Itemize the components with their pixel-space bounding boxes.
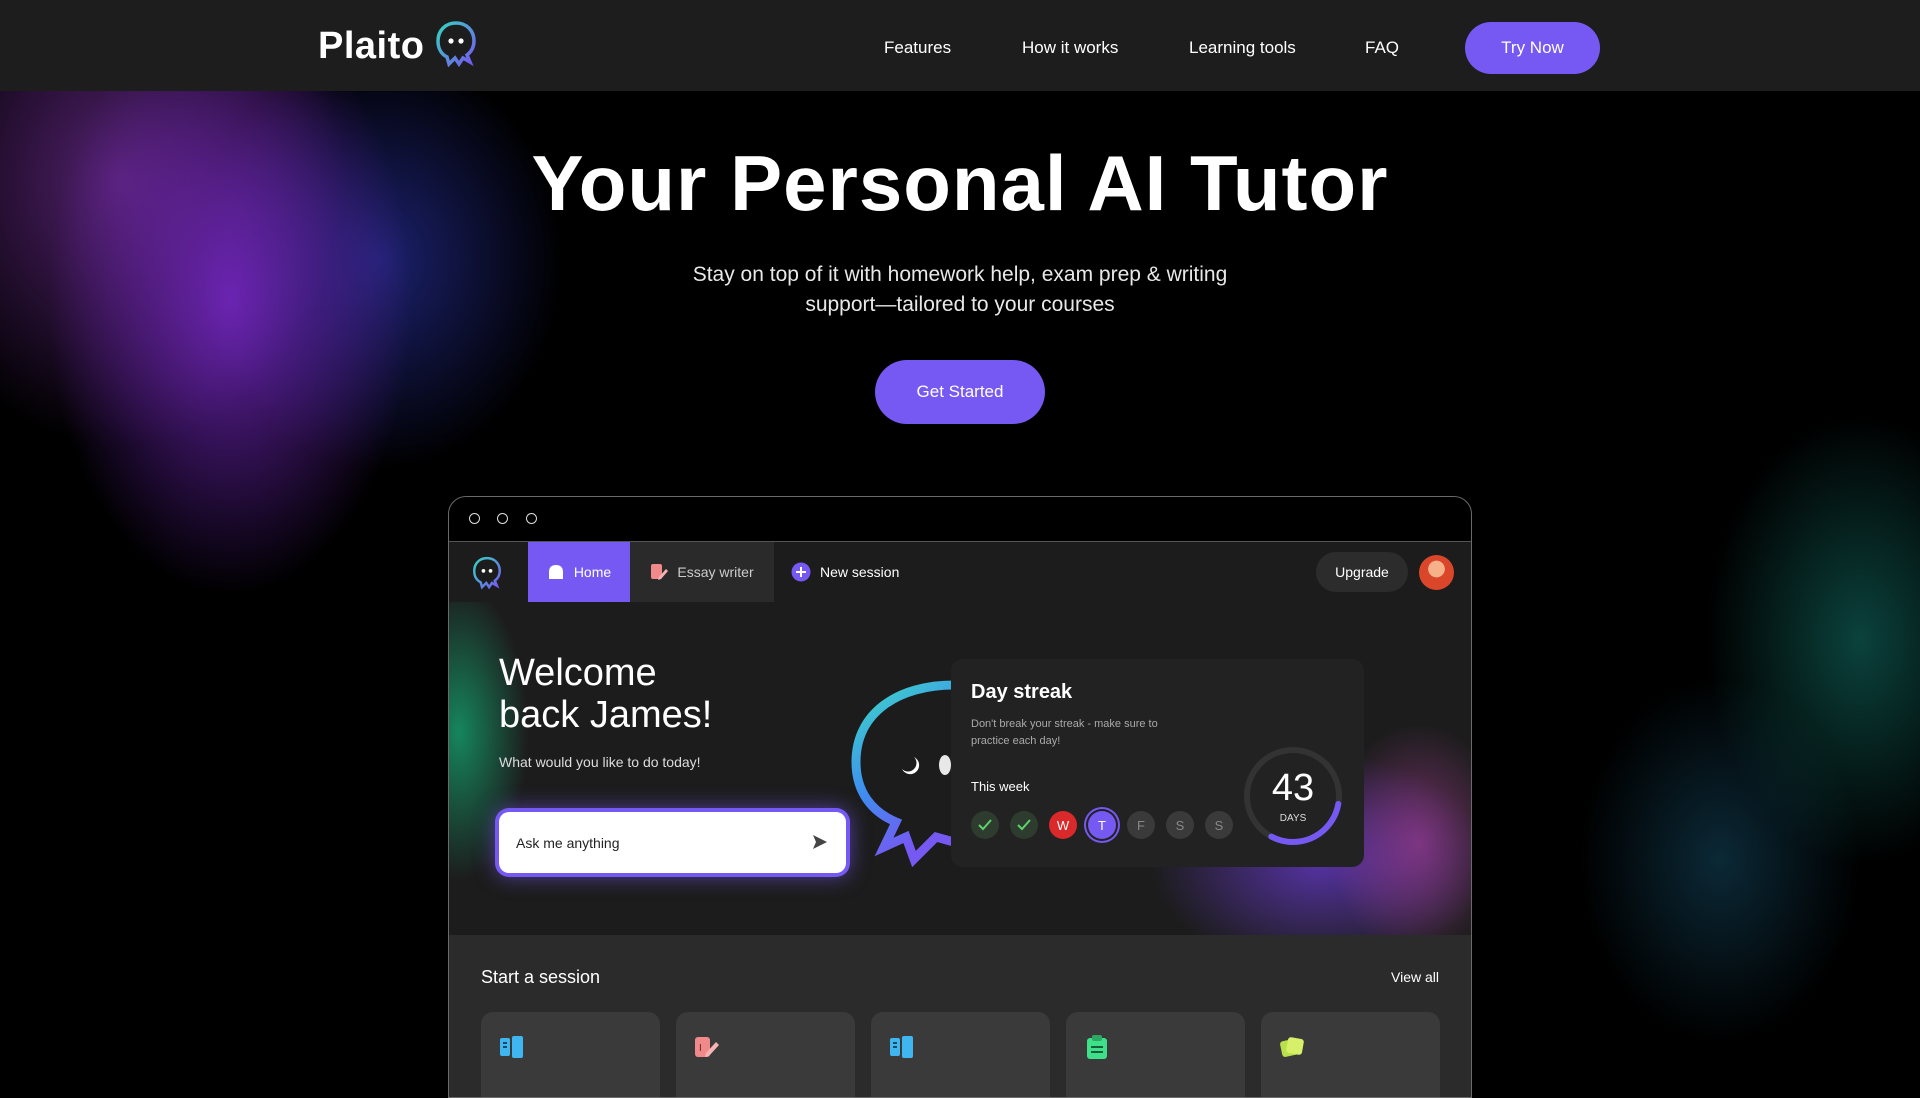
nav-learning-tools-link[interactable]: Learning tools xyxy=(1189,38,1296,58)
session-card[interactable] xyxy=(1261,1012,1440,1097)
session-card[interactable] xyxy=(481,1012,660,1097)
streak-title: Day streak xyxy=(971,681,1073,703)
day-upcoming: F xyxy=(1127,811,1155,839)
window-titlebar xyxy=(449,497,1471,542)
start-session-title: Start a session xyxy=(481,967,601,987)
window-control-dot xyxy=(526,513,537,524)
day-today: T xyxy=(1088,811,1116,839)
hero-title: Your Personal AI Tutor xyxy=(531,139,1389,227)
brand-logo[interactable]: Plaito xyxy=(318,20,478,73)
day-upcoming: S xyxy=(1166,811,1194,839)
app-toolbar: Home Essay writer New session Upgrade xyxy=(449,542,1471,602)
app-mascot-icon[interactable] xyxy=(471,556,503,595)
streak-unit: DAYS xyxy=(1279,813,1307,824)
new-session-button[interactable]: New session xyxy=(791,542,899,602)
book-icon xyxy=(499,1034,525,1065)
welcome-heading-line-2: back James! xyxy=(499,694,713,736)
essay-icon: I xyxy=(694,1034,720,1065)
ask-anything-input[interactable]: Ask me anything xyxy=(499,812,846,873)
brand-name: Plaito xyxy=(318,25,425,67)
session-card[interactable]: I xyxy=(676,1012,855,1097)
start-session-section: Start a session View all I xyxy=(449,935,1471,1097)
book-icon xyxy=(889,1034,915,1065)
hero-subtitle: Stay on top of it with homework help, ex… xyxy=(660,260,1260,320)
window-control-dot xyxy=(469,513,480,524)
nav-features-link[interactable]: Features xyxy=(884,38,951,58)
tab-essay-label: Essay writer xyxy=(677,564,754,580)
day-upcoming: S xyxy=(1205,811,1233,839)
nav-faq-link[interactable]: FAQ xyxy=(1365,38,1399,58)
tab-home[interactable]: Home xyxy=(528,542,630,602)
home-icon xyxy=(547,564,565,580)
streak-description: Don't break your streak - make sure to p… xyxy=(971,718,1158,747)
ask-placeholder: Ask me anything xyxy=(516,835,620,851)
welcome-heading: Welcome back James! xyxy=(499,652,712,736)
welcome-panel: Welcome back James! What would you like … xyxy=(449,602,1471,935)
view-all-link[interactable]: View all xyxy=(1391,969,1439,985)
get-started-button[interactable]: Get Started xyxy=(875,360,1045,424)
tab-home-label: Home xyxy=(573,564,612,580)
new-session-label: New session xyxy=(820,564,900,580)
streak-count: 43 xyxy=(1271,767,1315,809)
flashcards-icon xyxy=(1279,1034,1305,1065)
session-card[interactable] xyxy=(1066,1012,1245,1097)
nav-how-it-works-link[interactable]: How it works xyxy=(1022,38,1118,58)
plus-circle-icon xyxy=(791,562,811,582)
user-avatar[interactable] xyxy=(1419,555,1454,590)
essay-icon xyxy=(650,563,669,581)
upgrade-button[interactable]: Upgrade xyxy=(1316,552,1408,592)
this-week-label: This week xyxy=(971,779,1030,794)
welcome-heading-line-1: Welcome xyxy=(499,652,657,694)
window-control-dot xyxy=(497,513,508,524)
top-nav-bar: Plaito Features How it works Learning to… xyxy=(0,0,1920,91)
try-now-button[interactable]: Try Now xyxy=(1465,22,1600,74)
hero-subtitle-line-2: support—tailored to your courses xyxy=(805,293,1115,316)
day-streak-card: Day streak Don't break your streak - mak… xyxy=(951,659,1364,867)
welcome-subtitle: What would you like to do today! xyxy=(499,754,701,770)
week-days-row: W T F S S xyxy=(971,811,1244,839)
day-missed: W xyxy=(1049,811,1077,839)
send-icon[interactable] xyxy=(812,834,828,855)
svg-text:I: I xyxy=(699,1043,702,1054)
session-card[interactable] xyxy=(871,1012,1050,1097)
app-preview-window: Home Essay writer New session Upgrade We… xyxy=(448,496,1472,1098)
mascot-logo-icon xyxy=(434,20,478,73)
clipboard-icon xyxy=(1084,1034,1110,1065)
day-done-check-icon xyxy=(971,811,999,839)
hero-subtitle-line-1: Stay on top of it with homework help, ex… xyxy=(692,263,1228,286)
day-done-check-icon xyxy=(1010,811,1038,839)
tab-essay-writer[interactable]: Essay writer xyxy=(630,542,774,602)
